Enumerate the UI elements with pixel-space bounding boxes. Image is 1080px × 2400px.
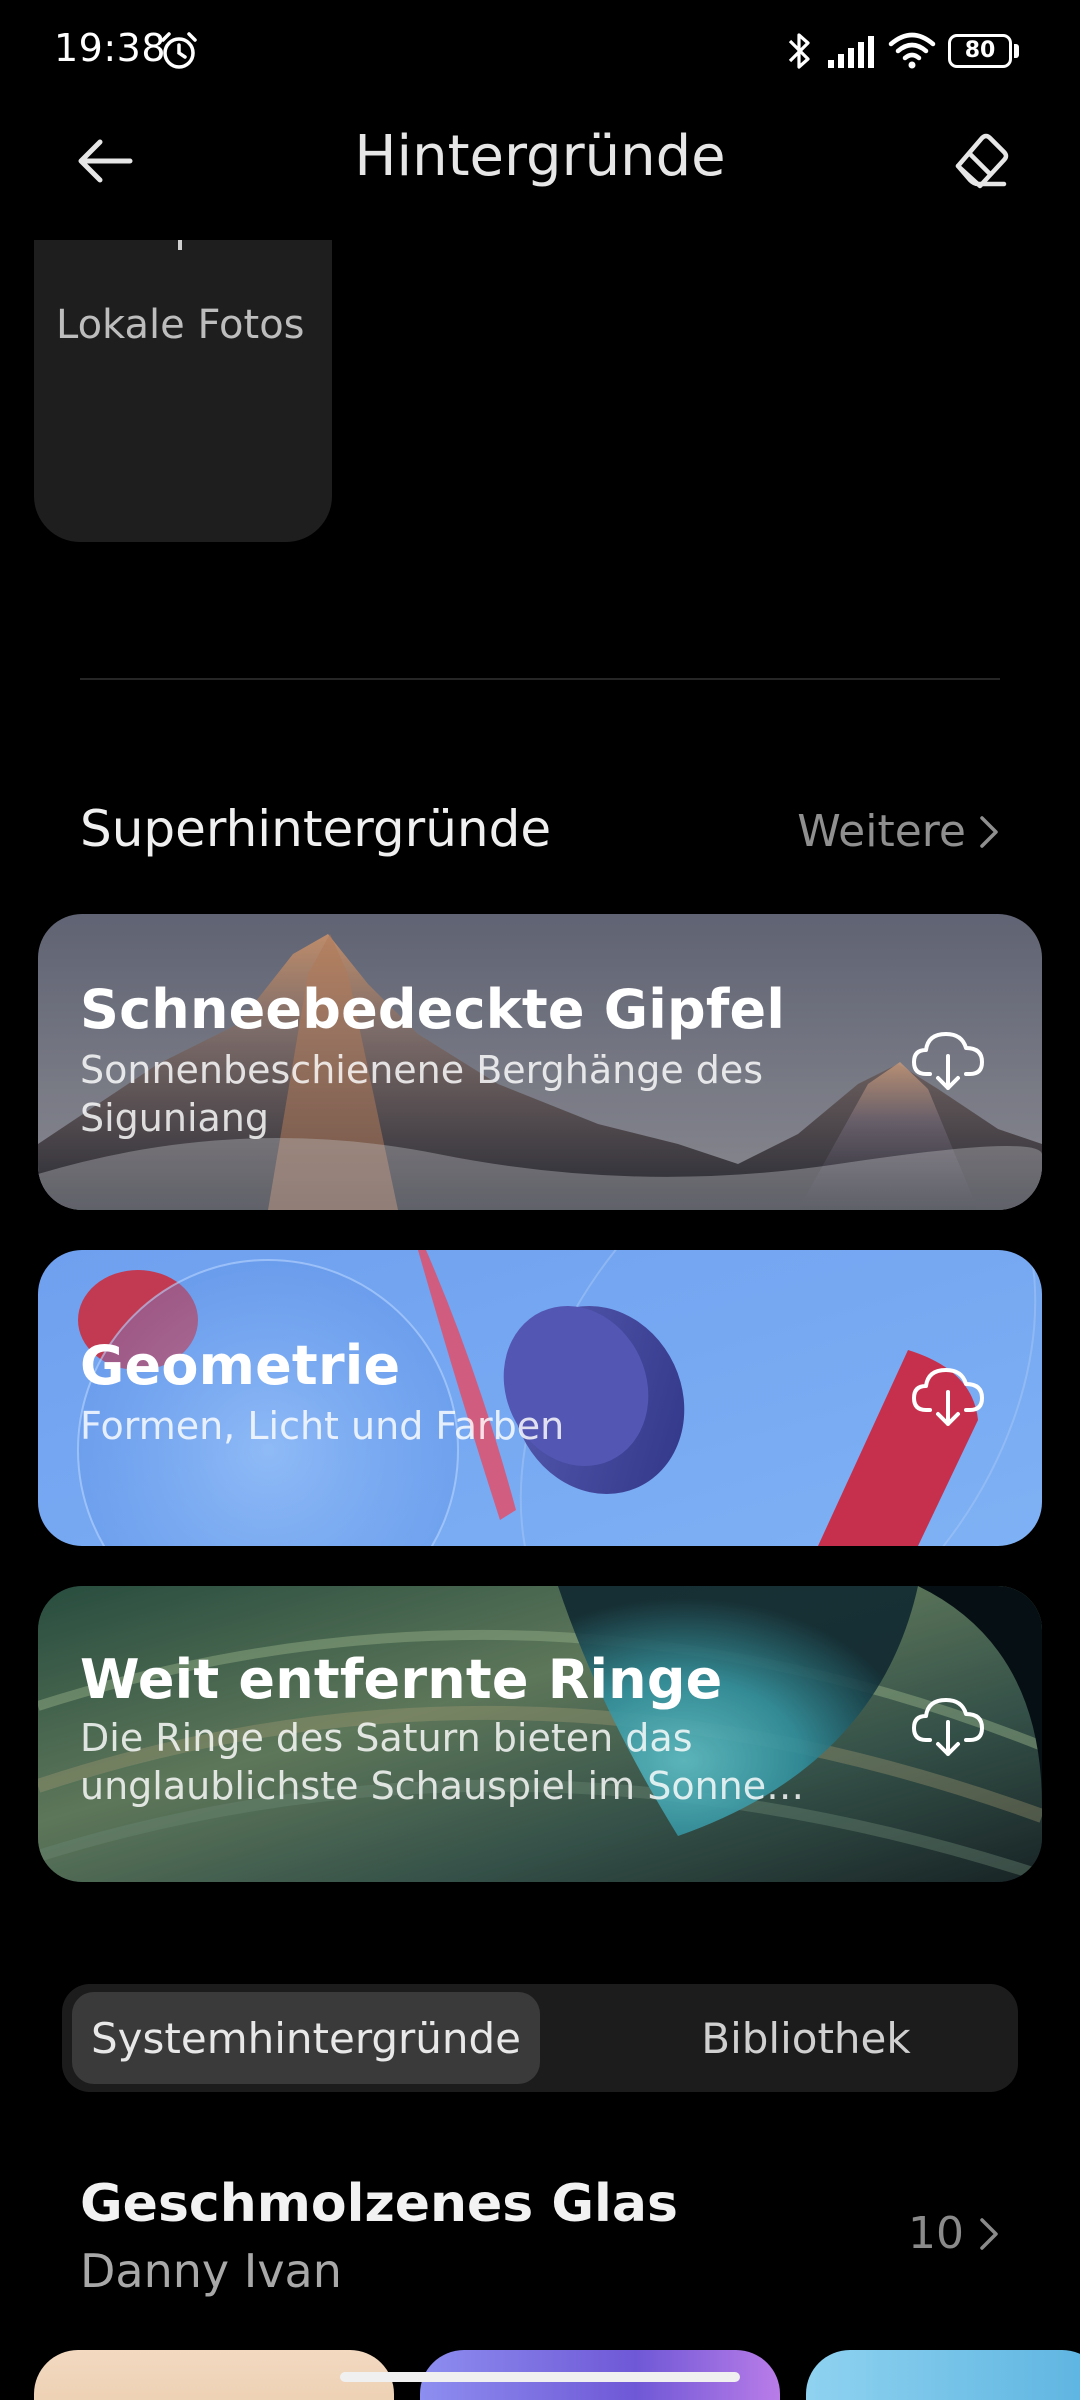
battery-icon: 80 (948, 34, 1020, 68)
wallpaper-card-snowy-peaks[interactable]: Schneebedeckte Gipfel Sonnenbeschienene … (38, 914, 1042, 1210)
home-indicator[interactable] (340, 2372, 740, 2382)
divider (80, 678, 1000, 680)
tab-system-wallpapers[interactable]: Systemhintergründe (72, 1992, 540, 2084)
card-title: Weit entfernte Ringe (80, 1648, 723, 1711)
wallpaper-source-tabs: Systemhintergründe Bibliothek (62, 1984, 1018, 2092)
local-photos-label: Lokale Fotos (56, 302, 305, 348)
cloud-download-icon[interactable] (908, 1018, 988, 1098)
alarm-icon (161, 32, 197, 69)
card-subtitle: Die Ringe des Saturn bieten das unglaubl… (80, 1716, 805, 1808)
wallpaper-card-rings[interactable]: Weit entfernte Ringe Die Ringe des Satur… (38, 1586, 1042, 1882)
wallpaper-thumbnail[interactable] (806, 2350, 1080, 2400)
more-link-label: Weitere (797, 806, 966, 857)
bluetooth-icon (788, 33, 810, 69)
signal-icon (828, 36, 874, 68)
chevron-right-icon (980, 2217, 998, 2250)
wifi-icon (888, 32, 936, 69)
header: Hintergründe (0, 104, 1080, 214)
more-link[interactable]: Weitere (797, 806, 1000, 857)
battery-level: 80 (948, 34, 1012, 68)
collection-count: 10 (908, 2208, 964, 2259)
collection-title[interactable]: Geschmolzenes Glas (80, 2174, 678, 2234)
card-subtitle: Sonnenbeschienene Berghänge des Sigunian… (80, 1048, 764, 1140)
card-title: Schneebedeckte Gipfel (80, 978, 786, 1041)
status-bar: 19:38 80 (0, 0, 1080, 104)
screen: 19:38 80 Hintergründe Lokale Fotos Super… (0, 0, 1080, 2400)
section-title: Superhintergründe (80, 800, 552, 858)
card-image-geometry (38, 1250, 1042, 1546)
cloud-download-icon[interactable] (908, 1354, 988, 1434)
collection-count-link[interactable]: 10 (908, 2208, 1000, 2259)
page-title: Hintergründe (354, 124, 726, 189)
battery-tip (1014, 44, 1019, 58)
eraser-icon[interactable] (944, 124, 1016, 196)
collection-author: Danny Ivan (80, 2244, 342, 2298)
chevron-right-icon (980, 815, 998, 848)
card-title: Geometrie (80, 1334, 401, 1397)
tab-library[interactable]: Bibliothek (604, 1992, 1008, 2084)
cloud-download-icon[interactable] (908, 1684, 988, 1764)
local-photos-tile[interactable]: Lokale Fotos (34, 240, 332, 542)
wallpaper-card-geometry[interactable]: Geometrie Formen, Licht und Farben (38, 1250, 1042, 1546)
tile-icon-fragment (178, 240, 182, 250)
card-subtitle: Formen, Licht und Farben (80, 1404, 565, 1448)
status-time: 19:38 (54, 26, 167, 70)
